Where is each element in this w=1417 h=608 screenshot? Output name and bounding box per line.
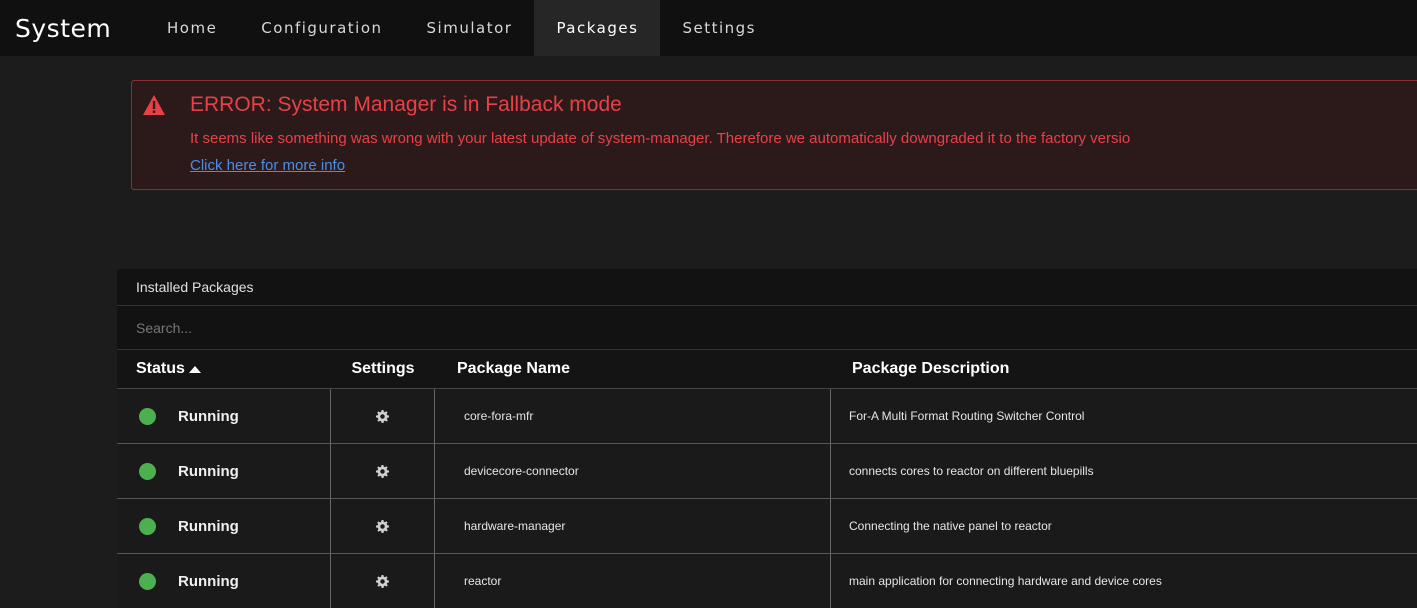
package-name: reactor <box>435 554 831 608</box>
settings-cell <box>331 389 435 443</box>
error-alert: ERROR: System Manager is in Fallback mod… <box>131 80 1417 190</box>
tab-packages[interactable]: Packages <box>534 0 661 56</box>
package-description: connects cores to reactor on different b… <box>849 464 1094 478</box>
tab-settings[interactable]: Settings <box>660 0 778 56</box>
more-info-link[interactable]: Click here for more info <box>190 157 345 174</box>
table-row[interactable]: Running hardware-manager Connecting the … <box>117 499 1417 554</box>
table-row[interactable]: Running reactor main application for con… <box>117 554 1417 608</box>
gear-icon[interactable] <box>376 409 389 423</box>
column-status[interactable]: Status <box>117 360 331 378</box>
status-cell: Running <box>117 389 331 443</box>
column-status-label: Status <box>136 360 185 377</box>
search-input[interactable] <box>117 306 1417 350</box>
status-text: Running <box>178 517 239 535</box>
settings-cell <box>331 499 435 553</box>
gear-icon[interactable] <box>376 574 389 588</box>
status-cell: Running <box>117 444 331 498</box>
error-title: ERROR: System Manager is in Fallback mod… <box>190 93 622 116</box>
package-name: core-fora-mfr <box>435 389 831 443</box>
panel-title: Installed Packages <box>117 269 1417 306</box>
status-running-icon <box>139 407 156 425</box>
gear-icon[interactable] <box>376 519 389 533</box>
top-navbar: System Home Configuration Simulator Pack… <box>0 0 1417 56</box>
sort-ascending-icon <box>188 365 201 373</box>
tab-configuration[interactable]: Configuration <box>239 0 404 56</box>
tab-simulator[interactable]: Simulator <box>405 0 535 56</box>
package-description: For-A Multi Format Routing Switcher Cont… <box>849 409 1085 423</box>
status-running-icon <box>139 462 156 480</box>
settings-cell <box>331 444 435 498</box>
package-name: hardware-manager <box>435 499 831 553</box>
package-description: Connecting the native panel to reactor <box>849 519 1052 533</box>
warning-icon <box>143 95 165 115</box>
package-name: devicecore-connector <box>435 444 831 498</box>
tab-home[interactable]: Home <box>145 0 239 56</box>
table-row[interactable]: Running devicecore-connector connects co… <box>117 444 1417 499</box>
status-running-icon <box>139 572 156 590</box>
settings-cell <box>331 554 435 608</box>
column-package-name[interactable]: Package Name <box>435 360 831 378</box>
error-message: It seems like something was wrong with y… <box>190 130 1131 147</box>
status-text: Running <box>178 407 239 425</box>
table-row[interactable]: Running core-fora-mfr For-A Multi Format… <box>117 389 1417 444</box>
table-header: Status Settings Package Name Package Des… <box>117 350 1417 389</box>
column-package-description[interactable]: Package Description <box>831 360 1009 378</box>
gear-icon[interactable] <box>376 464 389 478</box>
brand-title[interactable]: System <box>0 14 145 43</box>
status-text: Running <box>178 462 239 480</box>
package-description: main application for connecting hardware… <box>849 574 1162 588</box>
status-text: Running <box>178 572 239 590</box>
installed-packages-panel: Installed Packages Status Settings Packa… <box>117 269 1417 608</box>
status-running-icon <box>139 517 156 535</box>
status-cell: Running <box>117 554 331 608</box>
column-settings[interactable]: Settings <box>331 360 435 378</box>
status-cell: Running <box>117 499 331 553</box>
